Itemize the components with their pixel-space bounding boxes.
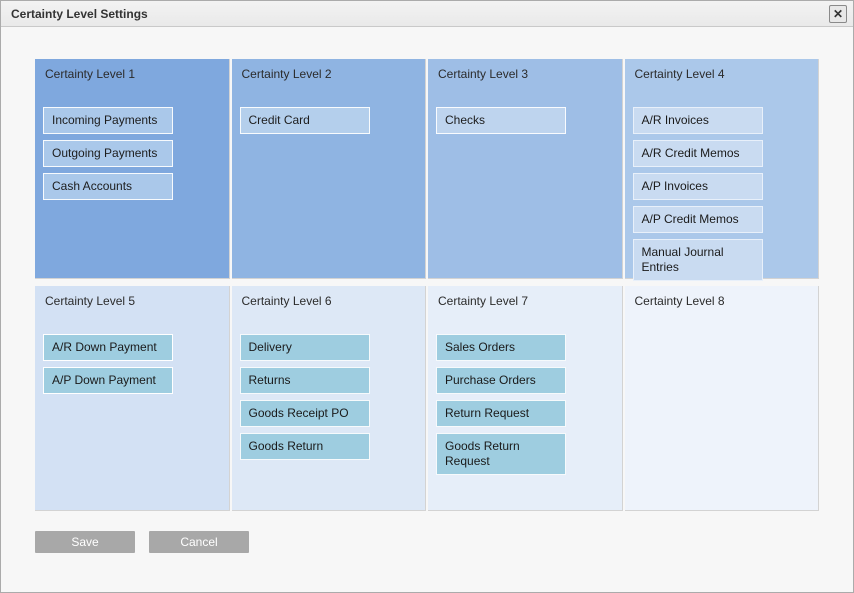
level-8-cell[interactable]: Certainty Level 8 [625, 286, 820, 511]
list-item[interactable]: Manual Journal Entries [633, 239, 763, 281]
list-item[interactable]: Return Request [436, 400, 566, 427]
list-item[interactable]: Goods Return Request [436, 433, 566, 475]
level-3-cell[interactable]: Certainty Level 3 Checks [428, 59, 623, 279]
save-button[interactable]: Save [35, 531, 135, 553]
level-7-cell[interactable]: Certainty Level 7 Sales Orders Purchase Or… [428, 286, 623, 511]
window-title: Certainty Level Settings [11, 7, 148, 21]
level-5-title: Certainty Level 5 [43, 292, 221, 318]
list-item[interactable]: Credit Card [240, 107, 370, 134]
list-item[interactable]: Incoming Payments [43, 107, 173, 134]
list-item[interactable]: Goods Receipt PO [240, 400, 370, 427]
level-5-cell[interactable]: Certainty Level 5 A/R Down Payment A/P Dow… [35, 286, 230, 511]
list-item[interactable]: Purchase Orders [436, 367, 566, 394]
list-item[interactable]: A/P Down Payment [43, 367, 173, 394]
level-4-title: Certainty Level 4 [633, 65, 811, 91]
level-8-items [633, 318, 811, 334]
list-item[interactable]: A/R Invoices [633, 107, 763, 134]
level-3-title: Certainty Level 3 [436, 65, 614, 91]
close-icon: ✕ [833, 8, 843, 20]
footer: Save Cancel [35, 511, 819, 553]
list-item[interactable]: Returns [240, 367, 370, 394]
level-4-items: A/R Invoices A/R Credit Memos A/P Invoices… [633, 91, 811, 281]
level-4-cell[interactable]: Certainty Level 4 A/R Invoices A/R Credit … [625, 59, 820, 279]
levels-grid: Certainty Level 1 Incoming Payments Outgoi… [35, 59, 819, 511]
level-1-cell[interactable]: Certainty Level 1 Incoming Payments Outgoi… [35, 59, 230, 279]
level-7-items: Sales Orders Purchase Orders Return Reques… [436, 318, 614, 475]
level-5-items: A/R Down Payment A/P Down Payment [43, 318, 221, 394]
level-2-items: Credit Card [240, 91, 418, 134]
level-3-items: Checks [436, 91, 614, 134]
list-item[interactable]: A/R Down Payment [43, 334, 173, 361]
list-item[interactable]: Sales Orders [436, 334, 566, 361]
level-7-title: Certainty Level 7 [436, 292, 614, 318]
close-button[interactable]: ✕ [829, 5, 847, 23]
list-item[interactable]: Outgoing Payments [43, 140, 173, 167]
level-6-title: Certainty Level 6 [240, 292, 418, 318]
list-item[interactable]: A/R Credit Memos [633, 140, 763, 167]
level-6-items: Delivery Returns Goods Receipt PO Goods Ret… [240, 318, 418, 460]
list-item[interactable]: A/P Credit Memos [633, 206, 763, 233]
level-2-cell[interactable]: Certainty Level 2 Credit Card [232, 59, 427, 279]
body: Certainty Level 1 Incoming Payments Outgoi… [1, 27, 853, 592]
titlebar: Certainty Level Settings ✕ [1, 1, 853, 27]
level-2-title: Certainty Level 2 [240, 65, 418, 91]
list-item[interactable]: A/P Invoices [633, 173, 763, 200]
list-item[interactable]: Cash Accounts [43, 173, 173, 200]
level-8-title: Certainty Level 8 [633, 292, 811, 318]
level-6-cell[interactable]: Certainty Level 6 Delivery Returns Goods Re… [232, 286, 427, 511]
list-item[interactable]: Goods Return [240, 433, 370, 460]
level-1-title: Certainty Level 1 [43, 65, 221, 91]
cancel-button[interactable]: Cancel [149, 531, 249, 553]
list-item[interactable]: Checks [436, 107, 566, 134]
window: Certainty Level Settings ✕ Certainty Lev… [0, 0, 854, 593]
level-1-items: Incoming Payments Outgoing Payments Cash A… [43, 91, 221, 200]
list-item[interactable]: Delivery [240, 334, 370, 361]
